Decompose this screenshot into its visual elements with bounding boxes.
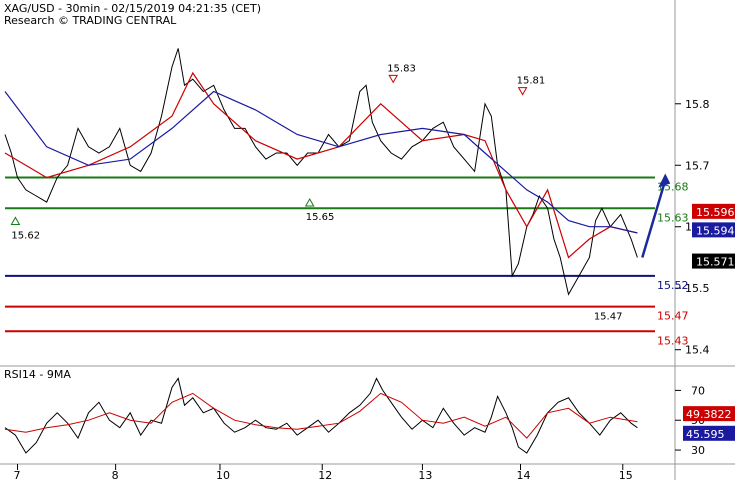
xtick-label: 13 [418,469,432,480]
chart-svg: 15.415.515.615.715.815.6815.6315.5215.47… [0,0,735,480]
chart-root: 15.415.515.615.715.815.6815.6315.5215.47… [0,0,735,480]
high-marker-label: 15.83 [387,63,416,74]
xtick-label: 7 [14,469,21,480]
low-marker-label: 15.65 [306,212,335,223]
level-label: 15.52 [657,279,689,292]
xtick-label: 14 [517,469,531,480]
chart-subtitle: Research © TRADING CENTRAL [4,14,177,27]
price-ytick-label: 15.8 [685,98,710,111]
price-tag-label: 15.5941 [696,224,735,237]
price-ytick-label: 15.7 [685,159,710,172]
rsi-tag-label: 45.595 [686,428,725,441]
low-marker-label: 15.62 [11,230,40,241]
high-marker-label: 15.81 [517,76,546,87]
xtick-label: 10 [216,469,230,480]
rsi-ytick-label: 70 [691,384,705,397]
level-label: 15.47 [657,310,689,323]
chart-background [0,0,735,480]
xtick-label: 15 [619,469,633,480]
level-label: 15.63 [657,211,689,224]
price-tag-label: 15.571 [696,256,735,269]
price-ytick-label: 15.5 [685,282,710,295]
rsi-ytick-label: 30 [691,444,705,457]
xtick-label: 12 [318,469,332,480]
price-tag-label: 15.5966 [696,206,735,219]
rsi-tag-label: 49.3822 [686,408,732,421]
low-point-label: 15.47 [594,312,623,323]
price-ytick-label: 15.4 [685,344,710,357]
level-label: 15.43 [657,334,689,347]
xtick-label: 8 [112,469,119,480]
rsi-title: RSI14 - 9MA [4,368,71,381]
